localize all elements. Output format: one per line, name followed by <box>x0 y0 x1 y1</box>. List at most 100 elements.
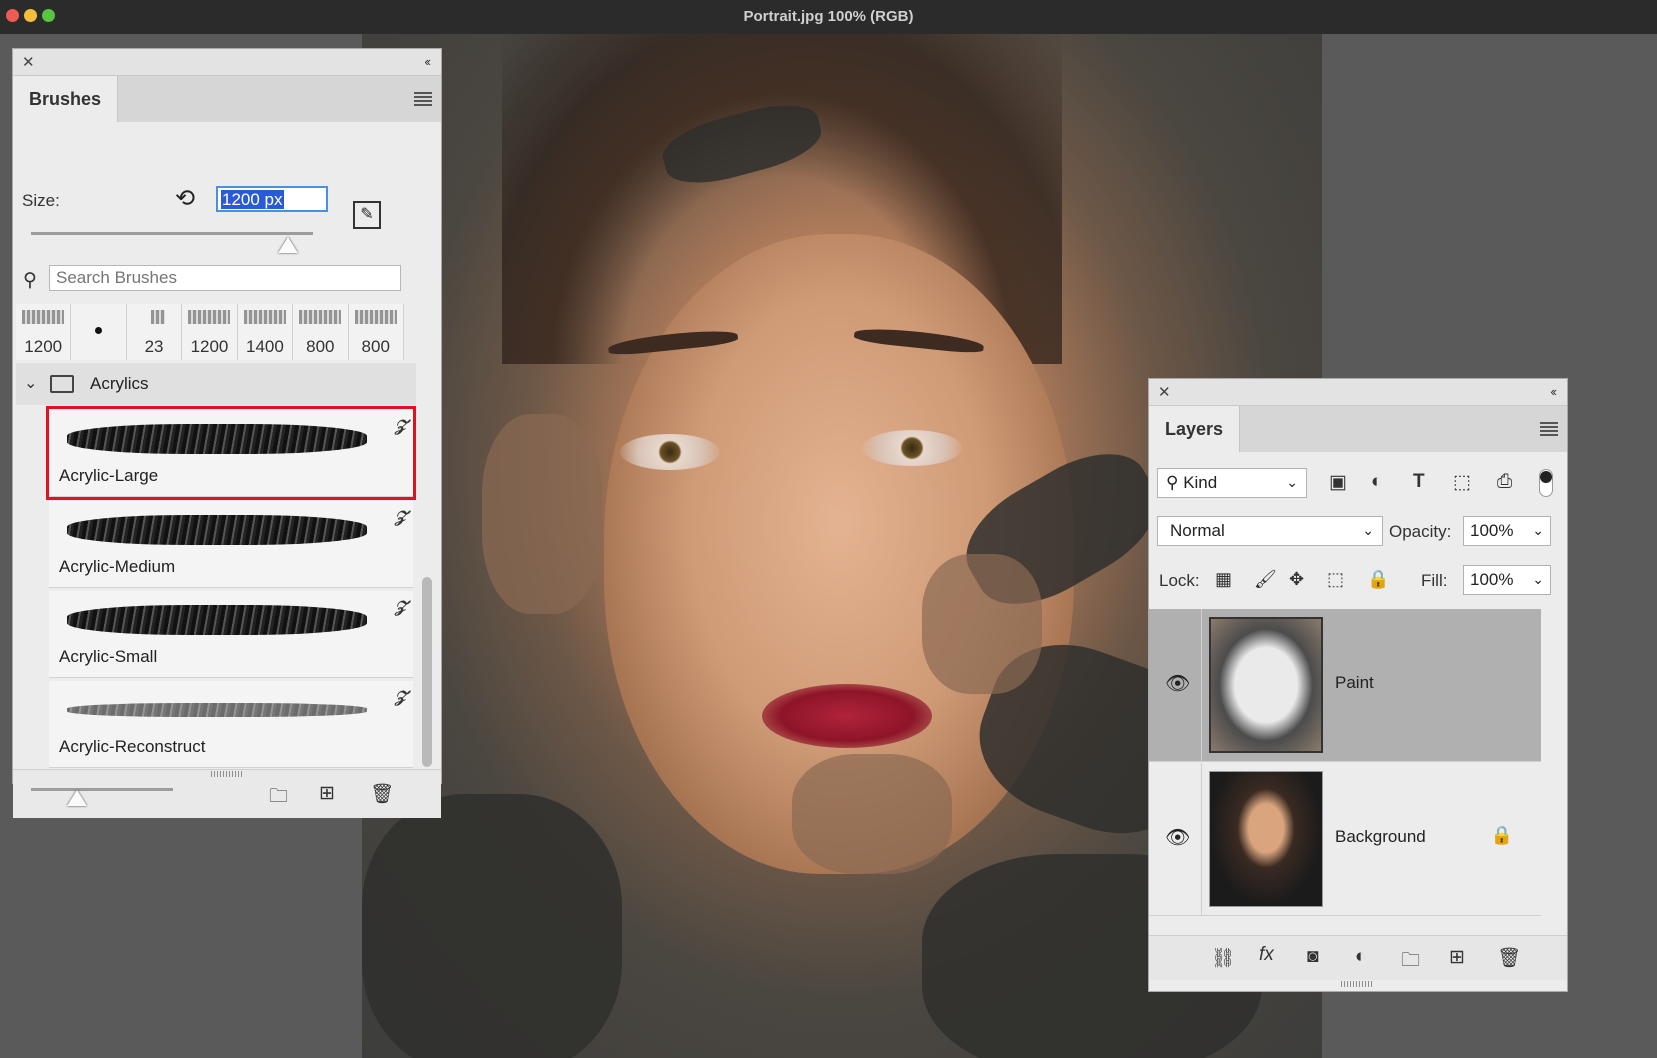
group-name: Acrylics <box>90 374 149 393</box>
lock-label: Lock: <box>1159 571 1200 590</box>
panel-menu-icon[interactable] <box>1540 422 1558 436</box>
preset-brush[interactable]: 1400 <box>237 304 294 360</box>
brush-item[interactable]: 𝒵 Acrylic-Medium <box>49 501 413 588</box>
chevron-down-icon[interactable]: ⌄ <box>24 373 37 393</box>
preview-size-slider[interactable] <box>31 788 173 791</box>
paint-stroke <box>482 414 602 614</box>
visibility-eye-icon[interactable]: 👁 <box>1165 671 1190 696</box>
blend-mode-select[interactable]: Normal ⌄ <box>1157 516 1383 546</box>
opacity-input[interactable]: 100% ⌄ <box>1463 516 1551 546</box>
folder-icon <box>50 375 74 393</box>
panel-header: ✕ ‹‹ <box>13 49 441 76</box>
paint-stroke <box>362 794 622 1058</box>
lock-transparent-icon[interactable]: ▦ <box>1215 569 1232 590</box>
tab-row: Brushes <box>13 76 441 122</box>
collapse-panel-icon[interactable]: ‹‹ <box>1550 384 1557 399</box>
lips <box>762 684 932 748</box>
type-filter-icon[interactable]: T <box>1413 471 1425 493</box>
layers-footer: ⛓ fx ◙ ◐ 🗀 ⊞ 🗑 <box>1149 935 1567 980</box>
pixel-filter-icon[interactable]: ▣ <box>1329 471 1347 494</box>
close-panel-icon[interactable]: ✕ <box>22 53 35 71</box>
adjustment-filter-icon[interactable]: ◐ <box>1371 471 1382 493</box>
preset-brush[interactable]: 1200 <box>182 304 238 360</box>
panel-header: ✕ ‹‹ <box>1149 379 1567 406</box>
layer-name: Background <box>1335 827 1426 846</box>
stroke-preview <box>67 703 367 717</box>
resize-grip[interactable] <box>211 771 243 777</box>
lock-all-icon[interactable]: 🔒 <box>1367 569 1389 590</box>
brush-tip-icon: 𝒵 <box>394 599 407 616</box>
layers-panel: ✕ ‹‹ Layers ⚲ Kind ⌄ ▣ ◐ T ⬚ ⎙ Normal ⌄ O… <box>1148 378 1568 992</box>
smart-object-filter-icon[interactable]: ⎙ <box>1497 471 1512 493</box>
right-eye <box>862 430 962 466</box>
fx-icon[interactable]: fx <box>1259 944 1274 966</box>
preset-brush[interactable] <box>71 304 127 360</box>
paint-stroke <box>792 754 952 874</box>
fill-label: Fill: <box>1421 571 1448 590</box>
pressure-size-icon[interactable]: ✎ <box>353 201 381 229</box>
size-input[interactable]: 1200 px <box>216 186 328 212</box>
tab-layers[interactable]: Layers <box>1149 406 1241 452</box>
collapse-panel-icon[interactable]: ‹‹ <box>424 54 431 69</box>
brushes-panel: ✕ ‹‹ Brushes Size: ⟲ 1200 px ✎ ⚲ 1200 23… <box>12 48 442 818</box>
brush-list-scrollbar[interactable] <box>422 577 432 767</box>
shape-filter-icon[interactable]: ⬚ <box>1453 471 1471 494</box>
brush-group-acrylics[interactable]: ⌄ Acrylics <box>16 363 416 405</box>
chevron-down-icon: ⌄ <box>1532 571 1544 587</box>
preset-brush[interactable]: 800 <box>348 304 404 360</box>
chevron-down-icon: ⌄ <box>1286 474 1298 490</box>
lock-artboard-icon[interactable]: ⬚ <box>1327 569 1344 590</box>
layer-thumbnail <box>1209 617 1323 753</box>
brush-item[interactable]: 𝒵 Acrylic-Reconstruct <box>49 681 413 768</box>
layer-row-background[interactable]: 👁 Background 🔒 <box>1149 763 1541 916</box>
preset-brush[interactable]: 23 <box>126 304 183 360</box>
new-brush-icon[interactable]: ⊞ <box>319 782 335 805</box>
trash-icon[interactable]: 🗑 <box>1497 946 1521 970</box>
round-tip-icon <box>95 327 103 334</box>
size-value: 1200 px <box>221 190 284 209</box>
search-brushes-input[interactable] <box>49 265 401 291</box>
title-bar: Portrait.jpg 100% (RGB) <box>0 0 1657 34</box>
adjustment-icon[interactable]: ◐ <box>1355 946 1366 968</box>
delete-brush-icon[interactable]: 🗑 <box>370 782 394 806</box>
chevron-down-icon: ⌄ <box>1362 522 1374 538</box>
brush-name: Acrylic-Small <box>59 647 158 666</box>
brush-name: Acrylic-Reconstruct <box>59 737 206 756</box>
preset-brush[interactable]: 800 <box>293 304 349 360</box>
recent-brushes: 1200 23 1200 1400 800 800 <box>16 304 404 360</box>
selected-brush-highlight <box>46 406 416 500</box>
fill-input[interactable]: 100% ⌄ <box>1463 565 1551 595</box>
reset-size-icon[interactable]: ⟲ <box>175 184 195 213</box>
opacity-label: Opacity: <box>1389 522 1452 541</box>
tab-brushes[interactable]: Brushes <box>13 76 119 122</box>
close-panel-icon[interactable]: ✕ <box>1158 383 1171 401</box>
filter-kind-select[interactable]: ⚲ Kind ⌄ <box>1157 468 1307 498</box>
brush-tip-icon: 𝒵 <box>394 509 407 526</box>
paint-stroke <box>922 554 1042 694</box>
lock-image-icon[interactable]: 🖌 <box>1254 569 1277 590</box>
layer-thumbnail <box>1209 771 1323 907</box>
preset-brush[interactable]: 1200 <box>16 304 72 360</box>
new-group-icon[interactable]: 🗀 <box>269 782 288 814</box>
preview-size-slider-thumb[interactable] <box>67 790 87 806</box>
size-slider[interactable] <box>31 232 313 235</box>
left-eye <box>620 434 720 470</box>
stroke-preview <box>67 605 367 635</box>
mask-icon[interactable]: ◙ <box>1307 946 1318 968</box>
new-layer-icon[interactable]: ⊞ <box>1449 946 1465 969</box>
panel-menu-icon[interactable] <box>414 92 432 106</box>
link-icon[interactable]: ⛓ <box>1211 946 1235 970</box>
filter-toggle[interactable] <box>1539 469 1553 497</box>
brush-item[interactable]: 𝒵 Acrylic-Small <box>49 591 413 678</box>
size-slider-thumb[interactable] <box>278 237 298 253</box>
lock-position-icon[interactable]: ✥ <box>1289 569 1304 590</box>
folder-icon[interactable]: 🗀 <box>1401 946 1420 978</box>
layer-name: Paint <box>1335 673 1374 692</box>
resize-grip[interactable] <box>1341 981 1373 987</box>
tab-row: Layers <box>1149 406 1567 452</box>
lock-icon[interactable]: 🔒 <box>1491 825 1513 846</box>
layer-row-paint[interactable]: 👁 Paint <box>1149 609 1541 762</box>
visibility-eye-icon[interactable]: 👁 <box>1165 825 1190 850</box>
brush-tip-icon: 𝒵 <box>394 689 407 706</box>
chevron-down-icon: ⌄ <box>1532 522 1544 538</box>
